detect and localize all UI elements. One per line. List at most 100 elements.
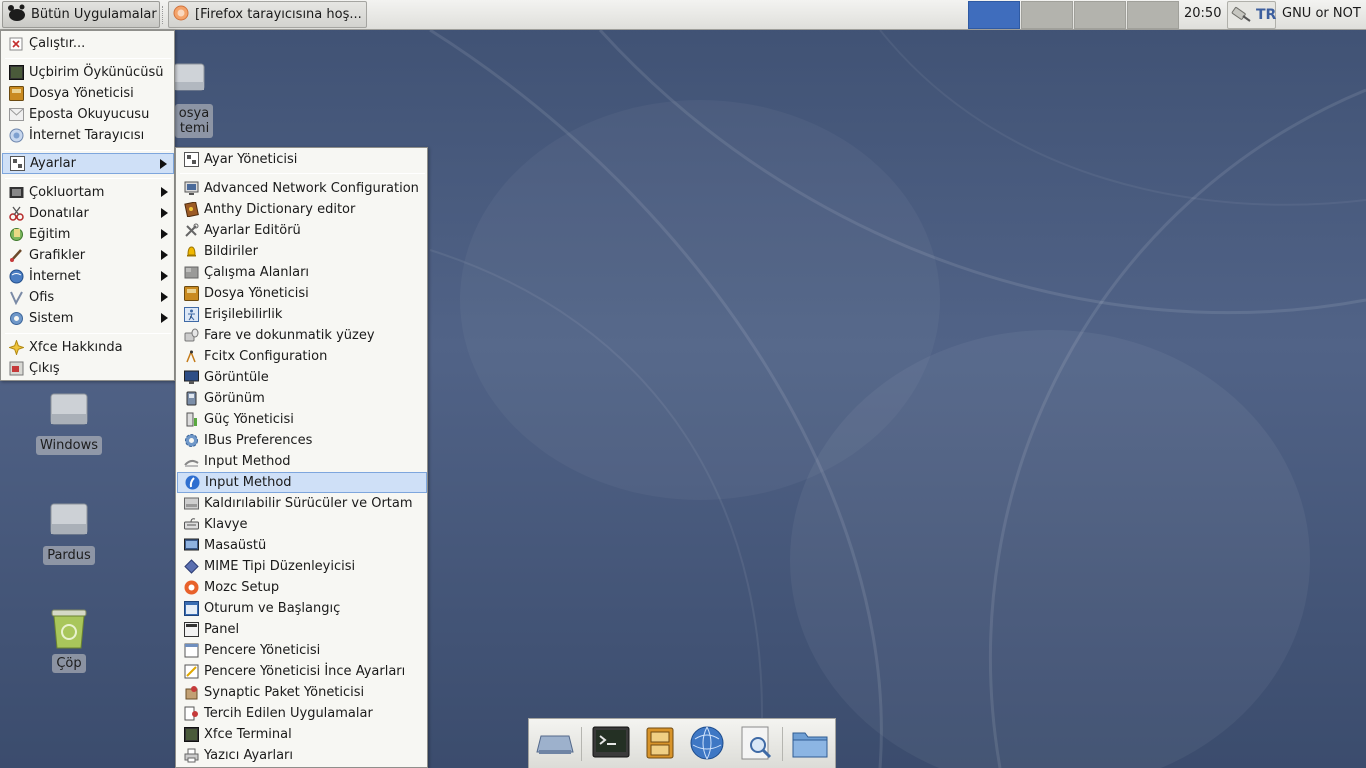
menu-item-terminal[interactable]: Uçbirim Öykünücüsü [2,62,174,83]
menu-item-ibus-preferences[interactable]: IBus Preferences [177,430,427,451]
menu-item-oturum-ve-ba-lang[interactable]: Oturum ve Başlangıç [177,598,427,619]
desktop-icon-pardus[interactable]: Pardus [29,498,109,565]
menu-item-web-browser[interactable]: İnternet Tarayıcısı [2,125,174,146]
menu-item-advanced-network-configuration[interactable]: Advanced Network Configuration [177,178,427,199]
menu-item-anthy-dictionary-editor[interactable]: Anthy Dictionary editor [177,199,427,220]
dock-app-finder[interactable] [735,725,777,765]
menu-item-label: Grafikler [29,248,86,263]
menu-item-xfce-terminal[interactable]: Xfce Terminal [177,724,427,745]
menu-item-al-ma-alanlar[interactable]: Çalışma Alanları [177,262,427,283]
menu-item-system[interactable]: Sistem [2,308,174,329]
menu-item-accessories[interactable]: Donatılar [2,203,174,224]
terminal-icon [8,65,24,81]
dock-separator [782,727,783,761]
menu-item-bildiriler[interactable]: Bildiriler [177,241,427,262]
dock-terminal[interactable] [590,725,632,765]
menu-item-office[interactable]: Ofis [2,287,174,308]
terminal-icon [592,726,630,764]
menu-item-internet[interactable]: İnternet [2,266,174,287]
menu-item-input-method[interactable]: Input Method [177,472,427,493]
menu-item-masa-st[interactable]: Masaüstü [177,535,427,556]
user-label[interactable]: GNU or NOT [1282,6,1361,21]
film-icon [8,185,24,201]
submenu-arrow-icon [161,250,168,260]
menu-item-label: Yazıcı Ayarları [204,748,293,763]
show-desktop-icon [535,728,575,762]
menu-item-g-r-nt-le[interactable]: Görüntüle [177,367,427,388]
menu-item-label: Klavye [204,517,248,532]
menu-item-klavye[interactable]: Klavye [177,514,427,535]
dock-web-browser[interactable] [686,725,728,765]
menu-item-mail[interactable]: Eposta Okuyucusu [2,104,174,125]
workspace-3[interactable] [1074,1,1126,29]
menu-item-dosya-y-neticisi[interactable]: Dosya Yöneticisi [177,283,427,304]
submenu-arrow-icon [161,208,168,218]
menu-item-education[interactable]: Eğitim [2,224,174,245]
input-method-icon [184,475,200,491]
menu-item-fare-ve-dokunmatik-y-zey[interactable]: Fare ve dokunmatik yüzey [177,325,427,346]
menu-item-mozc-setup[interactable]: Mozc Setup [177,577,427,598]
workspace-4[interactable] [1127,1,1179,29]
dock-file-manager[interactable] [639,725,681,765]
desktop-icon-label: Windows [35,436,103,455]
desktop-icon-label: osya temi [174,104,214,138]
menu-item-label: Fcitx Configuration [204,349,328,364]
taskbar-window-button[interactable]: [Firefox tarayıcısına hoş... [168,1,367,28]
menu-item-ayarlar-edit-r[interactable]: Ayarlar Editörü [177,220,427,241]
keyboard-layout-indicator[interactable]: TR [1227,1,1276,29]
taskbar-window-title: [Firefox tarayıcısına hoş... [195,7,362,22]
desktop-icon-trash[interactable]: Çöp [29,606,109,673]
clock[interactable]: 20:50 [1184,6,1221,21]
menu-item-g-r-n-m[interactable]: Görünüm [177,388,427,409]
scissors-icon [8,206,24,222]
applications-menu-button[interactable]: Bütün Uygulamalar [2,1,160,28]
menu-item-file-manager[interactable]: Dosya Yöneticisi [2,83,174,104]
menu-item-graphics[interactable]: Grafikler [2,245,174,266]
drive-icon [183,496,199,512]
menu-item-fcitx-configuration[interactable]: Fcitx Configuration [177,346,427,367]
menu-item-pencere-y-neticisi[interactable]: Pencere Yöneticisi [177,640,427,661]
window-icon [183,643,199,659]
menu-item-label: Input Method [205,475,292,490]
menu-item-panel[interactable]: Panel [177,619,427,640]
applications-menu: Çalıştır... Uçbirim Öykünücüsü Dosya Yön… [0,30,175,381]
menu-item-mime-tipi-d-zenleyicisi[interactable]: MIME Tipi Düzenleyicisi [177,556,427,577]
desktop-icon-windows[interactable]: Windows [29,388,109,455]
menu-item-label: Ayarlar Editörü [204,223,301,238]
menu-item-yaz-c-ayarlar[interactable]: Yazıcı Ayarları [177,745,427,766]
menu-item-settings-manager[interactable]: Ayar Yöneticisi [177,149,427,170]
gear-icon [8,311,24,327]
menu-item-label: Güç Yöneticisi [204,412,294,427]
menu-item-label: İnternet Tarayıcısı [29,128,145,143]
menu-item-label: Sistem [29,311,74,326]
workspace-1[interactable] [968,1,1020,29]
dock-home-folder[interactable] [789,725,831,765]
menu-item-kald-r-labilir-s-r-c-ler-ve-ortam[interactable]: Kaldırılabilir Sürücüler ve Ortam [177,493,427,514]
keyboard-input-icon [183,454,199,470]
monitor-icon [183,370,199,386]
menu-item-eri-ilebilirlik[interactable]: Erişilebilirlik [177,304,427,325]
menu-item-g-y-neticisi[interactable]: Güç Yöneticisi [177,409,427,430]
dock-show-desktop[interactable] [534,725,576,765]
desktop-icon [183,538,199,554]
file-cabinet-icon [183,286,199,302]
menu-item-settings[interactable]: Ayarlar [2,153,174,174]
globe-icon [8,269,24,285]
workspace-switcher[interactable] [968,1,1180,29]
menu-item-run[interactable]: Çalıştır... [2,33,174,54]
menu-item-tercih-edilen-uygulamalar[interactable]: Tercih Edilen Uygulamalar [177,703,427,724]
fcitx-icon [183,349,199,365]
menu-item-label: Bildiriler [204,244,258,259]
file-cabinet-icon [645,726,675,764]
menu-item-pencere-y-neticisi-i-nce-ayarlar[interactable]: Pencere Yöneticisi İnce Ayarları [177,661,427,682]
menu-item-input-method[interactable]: Input Method [177,451,427,472]
menu-item-logout[interactable]: Çıkış [2,358,174,379]
menu-item-about-xfce[interactable]: Xfce Hakkında [2,337,174,358]
menu-item-synaptic-paket-y-neticisi[interactable]: Synaptic Paket Yöneticisi [177,682,427,703]
workspace-2[interactable] [1021,1,1073,29]
globe-icon [8,128,24,144]
menu-item-multimedia[interactable]: Çokluortam [2,182,174,203]
folder-icon [791,727,829,763]
dock-separator [581,727,582,761]
mozc-icon [183,580,199,596]
